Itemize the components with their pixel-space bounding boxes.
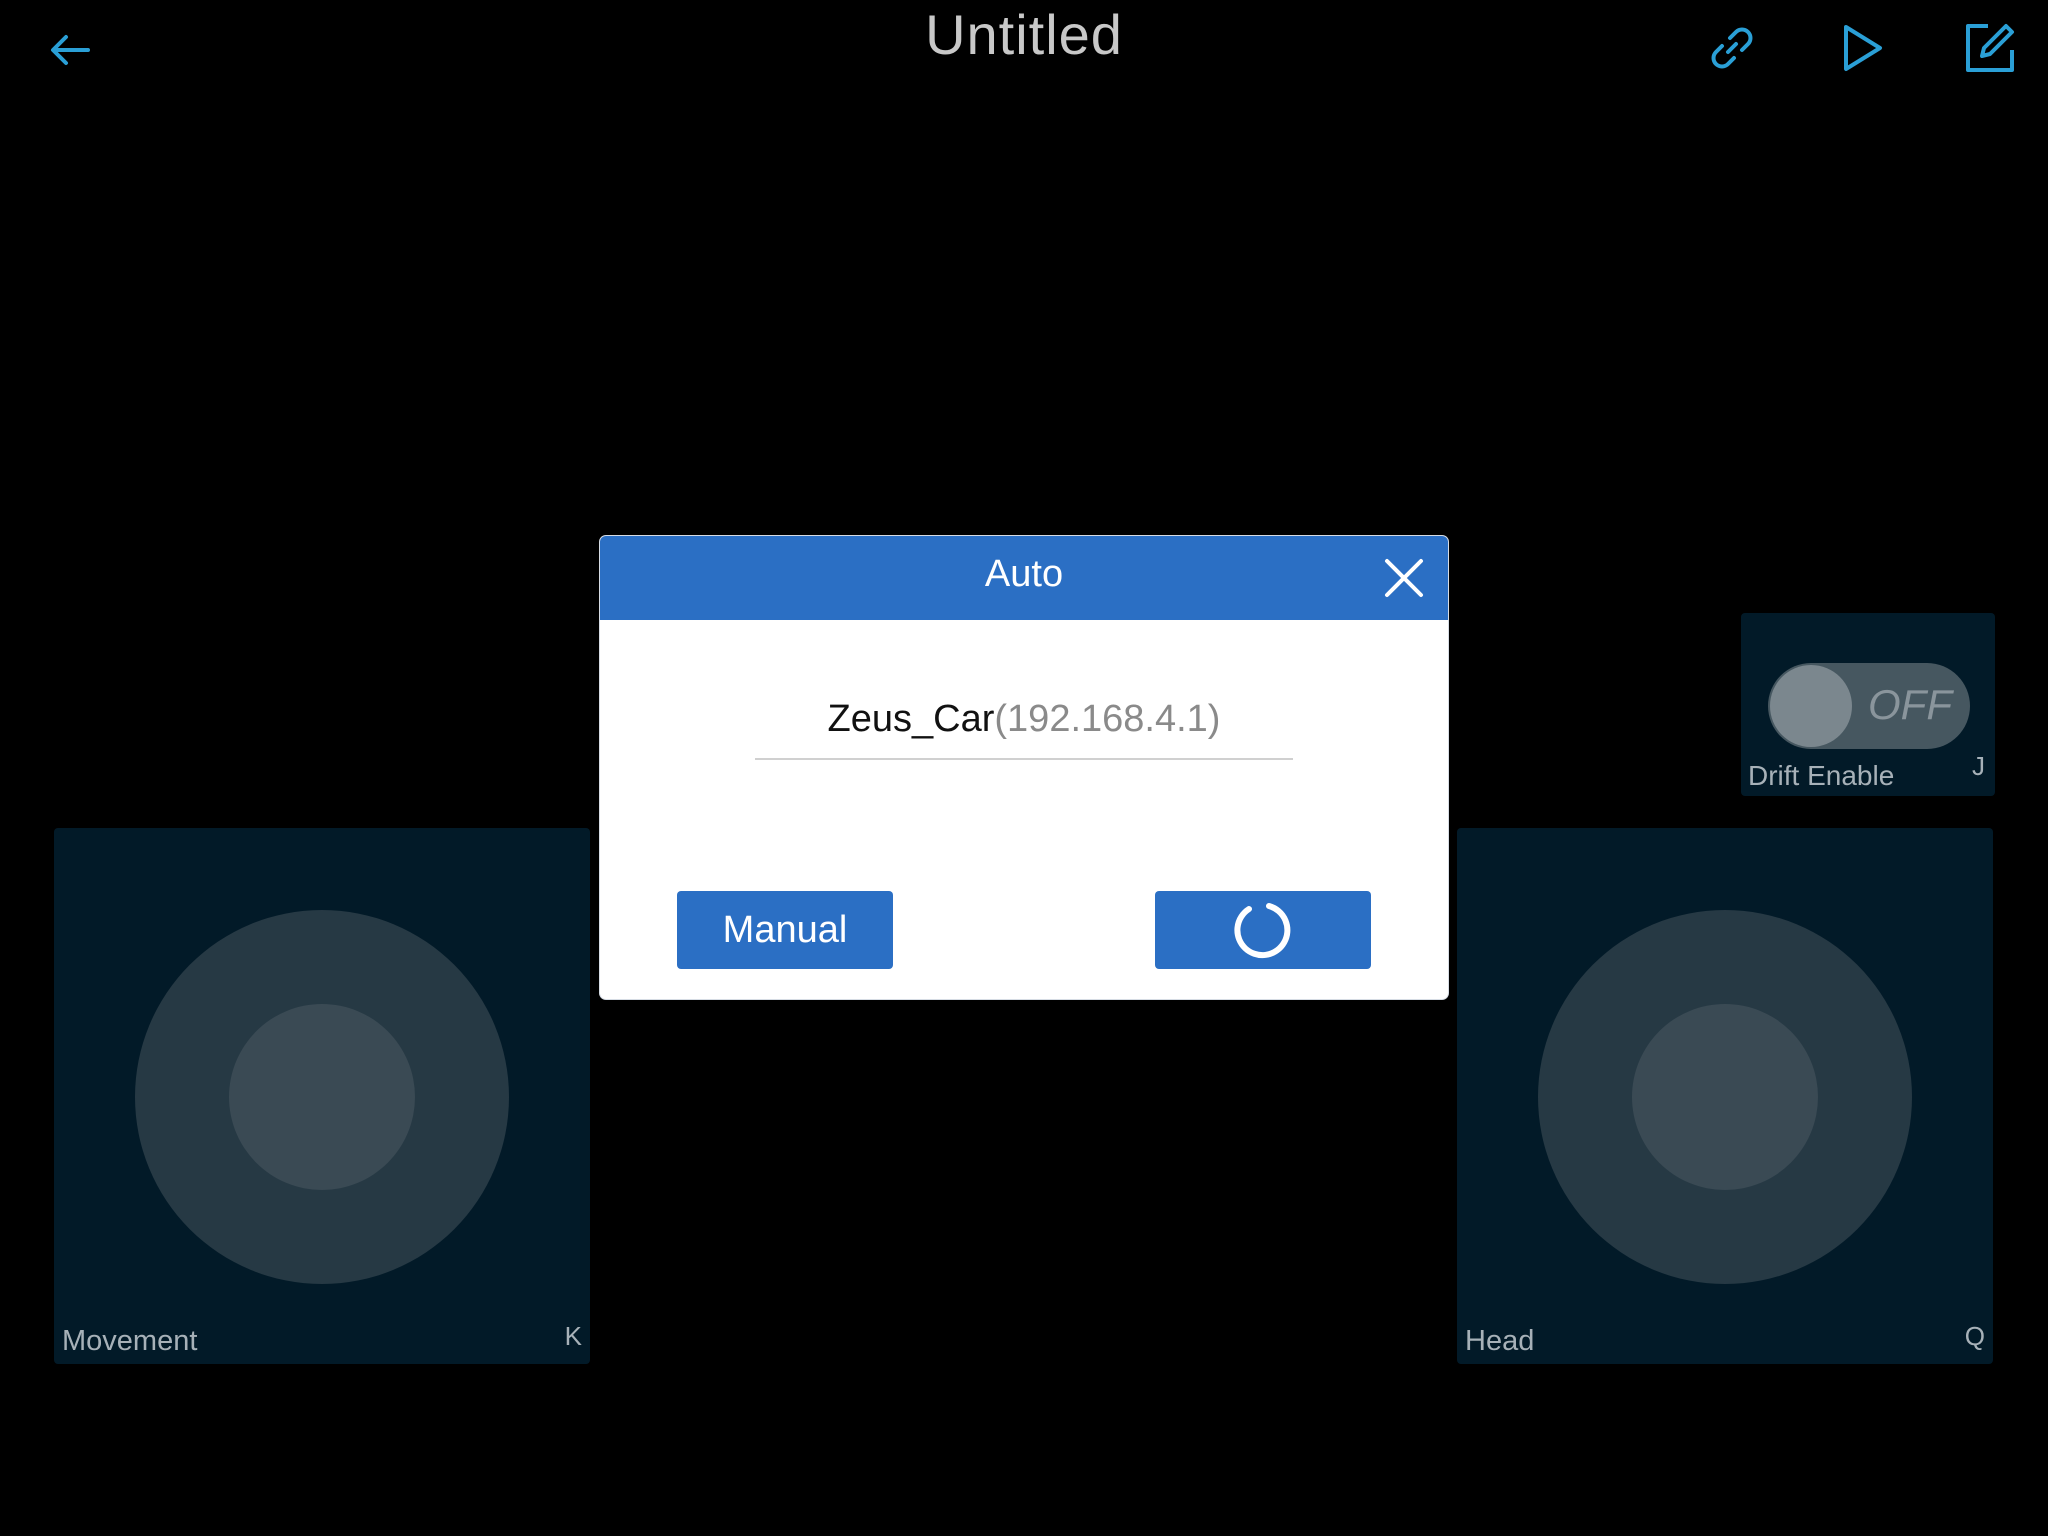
edit-icon (1966, 24, 2014, 72)
movement-key: K (564, 1321, 582, 1351)
head-label: Head (1465, 1325, 1535, 1357)
dialog-header: Auto (600, 536, 1448, 620)
link-icon (1711, 27, 1753, 69)
top-bar: Untitled (0, 0, 2048, 100)
movement-joystick-widget: Movement K (54, 828, 590, 1364)
drift-enable-key: J (1972, 751, 1985, 781)
head-joystick-base[interactable] (1538, 910, 1912, 1284)
device-name: Zeus_Car (827, 698, 995, 740)
edit-button[interactable] (1958, 16, 2022, 80)
movement-joystick-base[interactable] (135, 910, 509, 1284)
device-ip: (192.168.4.1) (994, 698, 1221, 740)
close-icon (1385, 559, 1423, 597)
auto-connect-dialog: Auto Zeus_Car(192.168.4.1) Manual (600, 536, 1448, 999)
toggle-state-label: OFF (1868, 681, 1952, 728)
app-screen: Untitled OFF Drift Enable J Movement K H… (0, 0, 2048, 1536)
play-button[interactable] (1830, 16, 1894, 80)
movement-label: Movement (62, 1325, 198, 1357)
drift-enable-label: Drift Enable (1748, 760, 1895, 791)
toggle-knob (1770, 665, 1852, 747)
head-key: Q (1964, 1321, 1985, 1351)
drift-enable-toggle[interactable]: OFF (1768, 663, 1970, 749)
head-joystick-widget: Head Q (1457, 828, 1993, 1364)
manual-button[interactable]: Manual (677, 891, 893, 969)
dialog-title: Auto (984, 553, 1064, 595)
close-button[interactable] (1380, 554, 1428, 602)
head-joystick-handle[interactable] (1632, 1004, 1818, 1190)
connect-button[interactable] (1155, 891, 1371, 969)
movement-joystick-handle[interactable] (229, 1004, 415, 1190)
drift-enable-widget: OFF Drift Enable J (1741, 613, 1995, 796)
play-icon (1844, 25, 1882, 71)
device-list-item[interactable]: Zeus_Car(192.168.4.1) (755, 686, 1293, 760)
loading-spinner-icon (1234, 903, 1291, 959)
link-button[interactable] (1700, 16, 1764, 80)
